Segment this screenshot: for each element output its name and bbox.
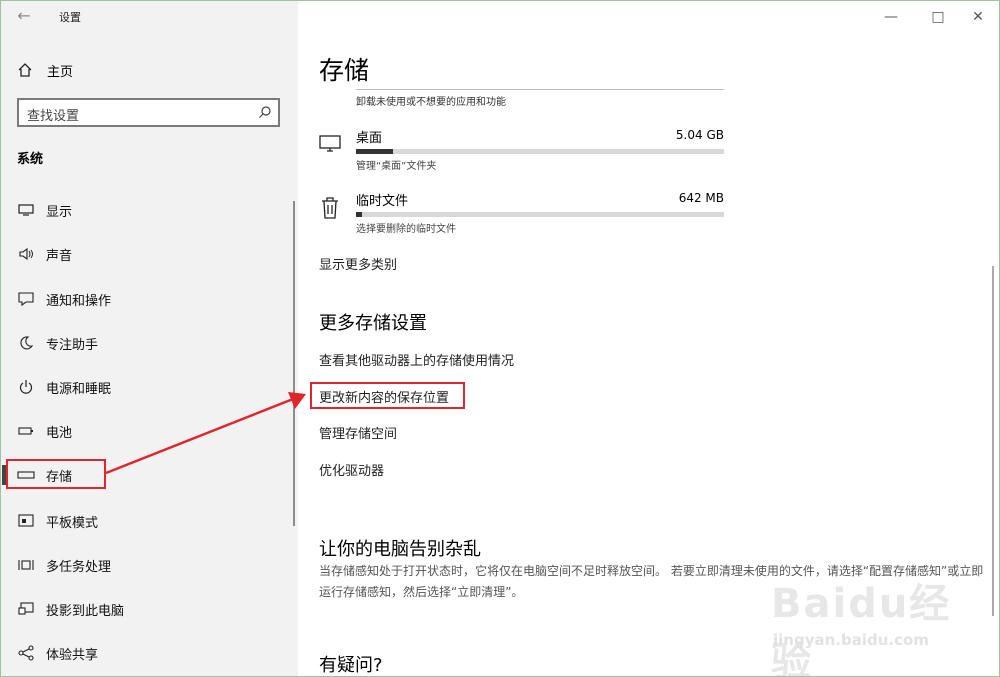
usage-bar-fill	[356, 212, 362, 217]
back-arrow-icon[interactable]: ←	[13, 5, 35, 27]
divider	[356, 89, 724, 90]
sidebar-item-label: 显示	[46, 204, 73, 220]
maximize-icon[interactable]: □	[928, 9, 948, 25]
change-save-location-link[interactable]: 更改新内容的保存位置	[319, 387, 449, 406]
search-input[interactable]: 查找设置	[17, 98, 280, 127]
monitor-icon	[319, 135, 341, 152]
sidebar-item-label: 专注助手	[46, 337, 99, 353]
annotation-box	[6, 459, 106, 489]
watermark-url: jingyan.baidu.com	[773, 631, 929, 649]
storage-row-name[interactable]: 桌面	[356, 127, 382, 146]
sidebar-item-label: 通知和操作	[46, 293, 112, 309]
search-icon	[259, 106, 271, 118]
storage-row-desc: 管理“桌面”文件夹	[356, 161, 437, 172]
share-icon	[16, 645, 36, 661]
home-icon	[18, 63, 32, 77]
tablet-icon	[16, 514, 36, 528]
settings-window: ← 设置 主页 查找设置 系统 显示 声音 通知和操作 专注助手 电源和睡眠 电…	[0, 0, 1000, 677]
close-icon[interactable]: ✕	[968, 9, 988, 25]
apps-desc: 卸载未使用或不想要的应用和功能	[356, 97, 506, 108]
sidebar-item-label: 平板模式	[46, 515, 99, 531]
main-scrollbar[interactable]	[992, 266, 994, 616]
speaker-icon	[16, 247, 36, 261]
multitask-icon	[16, 558, 36, 572]
sidebar-item-notifications[interactable]: 通知和操作	[1, 284, 291, 314]
sidebar-item-label: 体验共享	[46, 647, 99, 663]
sidebar-item-sound[interactable]: 声音	[1, 239, 291, 269]
sidebar-item-battery[interactable]: 电池	[1, 416, 291, 446]
app-title: 设置	[59, 11, 81, 24]
battery-icon	[16, 426, 36, 436]
sidebar-item-label: 多任务处理	[46, 559, 112, 575]
sidebar-item-project[interactable]: 投影到此电脑	[1, 594, 291, 624]
sidebar-item-display[interactable]: 显示	[1, 195, 291, 225]
search-placeholder: 查找设置	[27, 109, 80, 124]
storage-row-name[interactable]: 临时文件	[356, 190, 408, 209]
sidebar-item-label: 声音	[46, 248, 73, 264]
power-icon	[16, 379, 36, 395]
usage-bar-fill	[356, 149, 393, 154]
watermark: Baidu经验 jingyan.baidu.com	[771, 571, 971, 676]
minimize-icon[interactable]: —	[881, 9, 901, 25]
display-icon	[16, 203, 36, 217]
home-label: 主页	[47, 64, 74, 80]
usage-bar	[356, 212, 724, 217]
show-more-link[interactable]: 显示更多类别	[319, 254, 397, 273]
sidebar-item-multitask[interactable]: 多任务处理	[1, 550, 291, 580]
clean-heading: 让你的电脑告别杂乱	[319, 539, 481, 560]
storage-row-desc: 选择要删除的临时文件	[356, 224, 456, 235]
sidebar-item-label: 投影到此电脑	[46, 603, 125, 619]
moon-icon	[16, 335, 36, 351]
page-title: 存储	[319, 56, 370, 85]
manage-storage-spaces-link[interactable]: 管理存储空间	[319, 423, 397, 442]
sidebar-item-power[interactable]: 电源和睡眠	[1, 372, 291, 402]
sidebar-item-focus[interactable]: 专注助手	[1, 328, 291, 358]
sidebar-item-tablet[interactable]: 平板模式	[1, 506, 291, 536]
sidebar: ← 设置 主页 查找设置 系统 显示 声音 通知和操作 专注助手 电源和睡眠 电…	[1, 1, 298, 676]
optimize-drives-link[interactable]: 优化驱动器	[319, 460, 384, 479]
sidebar-item-label: 电源和睡眠	[46, 381, 112, 397]
watermark-logo: Baidu经验	[771, 581, 952, 677]
trash-icon	[322, 197, 338, 219]
notification-icon	[16, 292, 36, 306]
more-storage-heading: 更多存储设置	[319, 313, 427, 334]
storage-row-size: 642 MB	[678, 191, 724, 205]
question-heading: 有疑问?	[319, 655, 383, 676]
storage-row-size: 5.04 GB	[675, 128, 724, 142]
category-heading: 系统	[17, 152, 44, 167]
sidebar-item-share[interactable]: 体验共享	[1, 638, 291, 668]
home-nav[interactable]: 主页	[17, 59, 73, 81]
sidebar-item-label: 电池	[46, 425, 73, 441]
usage-bar	[356, 149, 724, 154]
sidebar-scrollbar[interactable]	[293, 201, 295, 526]
other-drives-link[interactable]: 查看其他驱动器上的存储使用情况	[319, 350, 514, 369]
project-icon	[16, 602, 36, 616]
